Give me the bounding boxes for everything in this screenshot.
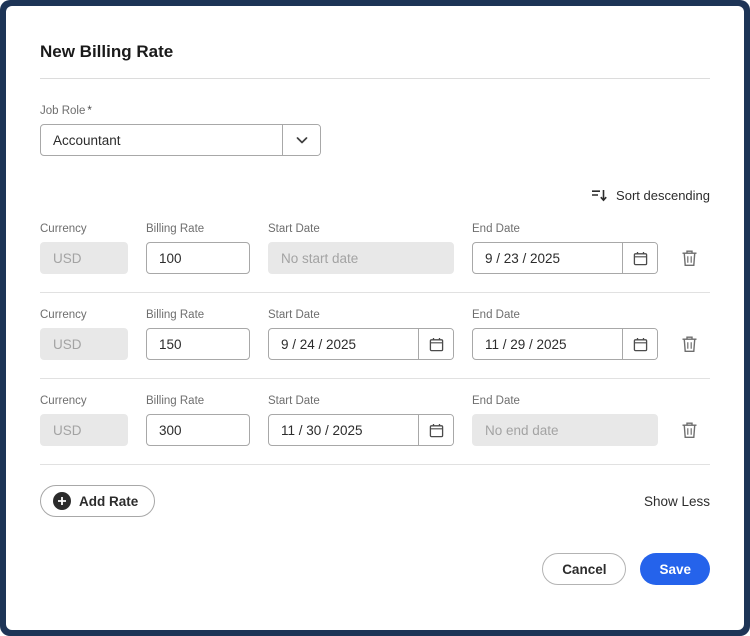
- rate-rows: Currency Billing Rate Start Date End Dat…: [40, 207, 710, 465]
- calendar-icon: [633, 337, 647, 351]
- start-date-column-label: Start Date: [268, 223, 320, 235]
- sort-descending-button[interactable]: Sort descending: [591, 188, 710, 203]
- screen-frame: New Billing Rate Job Role* Sort descendi…: [0, 0, 750, 636]
- job-role-label: Job Role *: [40, 105, 710, 117]
- billing-rate-column-label: Billing Rate: [146, 309, 205, 321]
- start-date-field: [268, 242, 454, 274]
- rate-row-fields: [40, 242, 710, 274]
- end-date-input: [473, 415, 657, 445]
- dialog-title: New Billing Rate: [40, 42, 174, 61]
- sort-row: Sort descending: [40, 188, 710, 203]
- currency-column-label: Currency: [40, 223, 87, 235]
- chevron-down-icon: [296, 136, 307, 143]
- show-less-button[interactable]: Show Less: [644, 494, 710, 509]
- trash-icon: [682, 422, 696, 438]
- start-date-field[interactable]: [268, 414, 454, 446]
- start-date-field[interactable]: [268, 328, 454, 360]
- calendar-icon: [429, 423, 443, 437]
- end-date-field: [472, 414, 658, 446]
- delete-rate-button[interactable]: [676, 331, 702, 357]
- add-rate-button[interactable]: Add Rate: [40, 485, 156, 517]
- trash-icon: [682, 250, 696, 266]
- currency-input: [40, 414, 128, 446]
- rate-row-labels: Currency Billing Rate Start Date End Dat…: [40, 223, 710, 235]
- end-date-calendar-button[interactable]: [622, 243, 657, 273]
- job-role-label-text: Job Role: [40, 105, 86, 117]
- divider: [40, 78, 710, 79]
- add-rate-label: Add Rate: [79, 493, 139, 509]
- sort-descending-icon: [592, 190, 607, 202]
- billing-rate-input[interactable]: [146, 328, 250, 360]
- rate-row-fields: [40, 328, 710, 360]
- end-date-calendar-button[interactable]: [622, 329, 657, 359]
- rate-row: Currency Billing Rate Start Date End Dat…: [40, 379, 710, 465]
- start-date-column-label: Start Date: [268, 395, 320, 407]
- dialog-footer: Cancel Save: [40, 553, 710, 585]
- trash-icon: [682, 336, 696, 352]
- end-date-input[interactable]: [473, 243, 622, 273]
- rate-row: Currency Billing Rate Start Date End Dat…: [40, 293, 710, 379]
- cancel-button[interactable]: Cancel: [542, 553, 627, 585]
- end-date-column-label: End Date: [472, 223, 520, 235]
- required-asterisk: *: [87, 105, 92, 117]
- billing-rate-input[interactable]: [146, 242, 250, 274]
- calendar-icon: [633, 251, 647, 265]
- delete-rate-button[interactable]: [676, 245, 702, 271]
- billing-rate-column-label: Billing Rate: [146, 395, 205, 407]
- end-date-field[interactable]: [472, 242, 658, 274]
- billing-rate-column-label: Billing Rate: [146, 223, 205, 235]
- start-date-calendar-button[interactable]: [418, 329, 453, 359]
- billing-rate-input[interactable]: [146, 414, 250, 446]
- end-date-column-label: End Date: [472, 309, 520, 321]
- delete-rate-button[interactable]: [676, 417, 702, 443]
- save-button[interactable]: Save: [640, 553, 710, 585]
- currency-input: [40, 242, 128, 274]
- currency-input: [40, 328, 128, 360]
- job-role-field-group: Job Role *: [40, 105, 710, 156]
- start-date-calendar-button[interactable]: [418, 415, 453, 445]
- start-date-input: [269, 243, 453, 273]
- end-date-input[interactable]: [473, 329, 622, 359]
- start-date-input[interactable]: [269, 329, 418, 359]
- rate-row-labels: Currency Billing Rate Start Date End Dat…: [40, 309, 710, 321]
- sort-descending-label: Sort descending: [616, 188, 710, 203]
- end-date-field[interactable]: [472, 328, 658, 360]
- add-rate-row: Add Rate Show Less: [40, 485, 710, 517]
- new-billing-rate-dialog: New Billing Rate Job Role* Sort descendi…: [6, 6, 744, 630]
- job-role-dropdown-button[interactable]: [282, 125, 320, 155]
- start-date-column-label: Start Date: [268, 309, 320, 321]
- currency-column-label: Currency: [40, 395, 87, 407]
- rate-row-fields: [40, 414, 710, 446]
- plus-icon: [53, 492, 71, 510]
- currency-column-label: Currency: [40, 309, 87, 321]
- job-role-input[interactable]: [41, 125, 282, 155]
- end-date-column-label: End Date: [472, 395, 520, 407]
- calendar-icon: [429, 337, 443, 351]
- rate-row: Currency Billing Rate Start Date End Dat…: [40, 207, 710, 293]
- job-role-picker[interactable]: [40, 124, 321, 156]
- rate-row-labels: Currency Billing Rate Start Date End Dat…: [40, 395, 710, 407]
- start-date-input[interactable]: [269, 415, 418, 445]
